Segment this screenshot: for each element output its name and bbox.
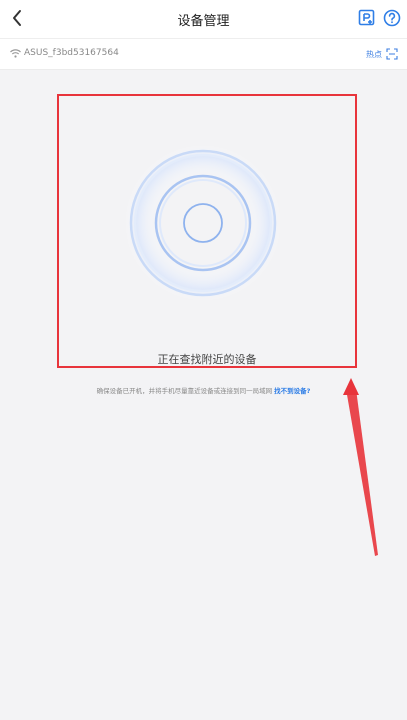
top-bar: 设备管理 xyxy=(0,0,407,38)
search-hint-text: 确保设备已开机，并将手机尽量靠近设备或连接到同一局域网 xyxy=(96,387,275,395)
wifi-icon xyxy=(10,49,21,58)
hotspot-button[interactable]: 热点 xyxy=(366,49,382,60)
page-title: 设备管理 xyxy=(177,14,230,29)
wifi-name: ASUS_f3bd53167564 xyxy=(24,48,119,58)
cant-find-device-link[interactable]: 找不到设备? xyxy=(274,387,310,395)
add-device-icon[interactable] xyxy=(357,8,377,28)
annotation-highlight-box xyxy=(57,94,357,368)
wifi-status-bar: ASUS_f3bd53167564 热点 xyxy=(0,38,407,70)
scan-icon[interactable] xyxy=(386,48,398,60)
search-hint: 确保设备已开机，并将手机尽量靠近设备或连接到同一局域网 找不到设备? xyxy=(0,385,407,395)
question-circle-icon[interactable] xyxy=(382,8,402,28)
